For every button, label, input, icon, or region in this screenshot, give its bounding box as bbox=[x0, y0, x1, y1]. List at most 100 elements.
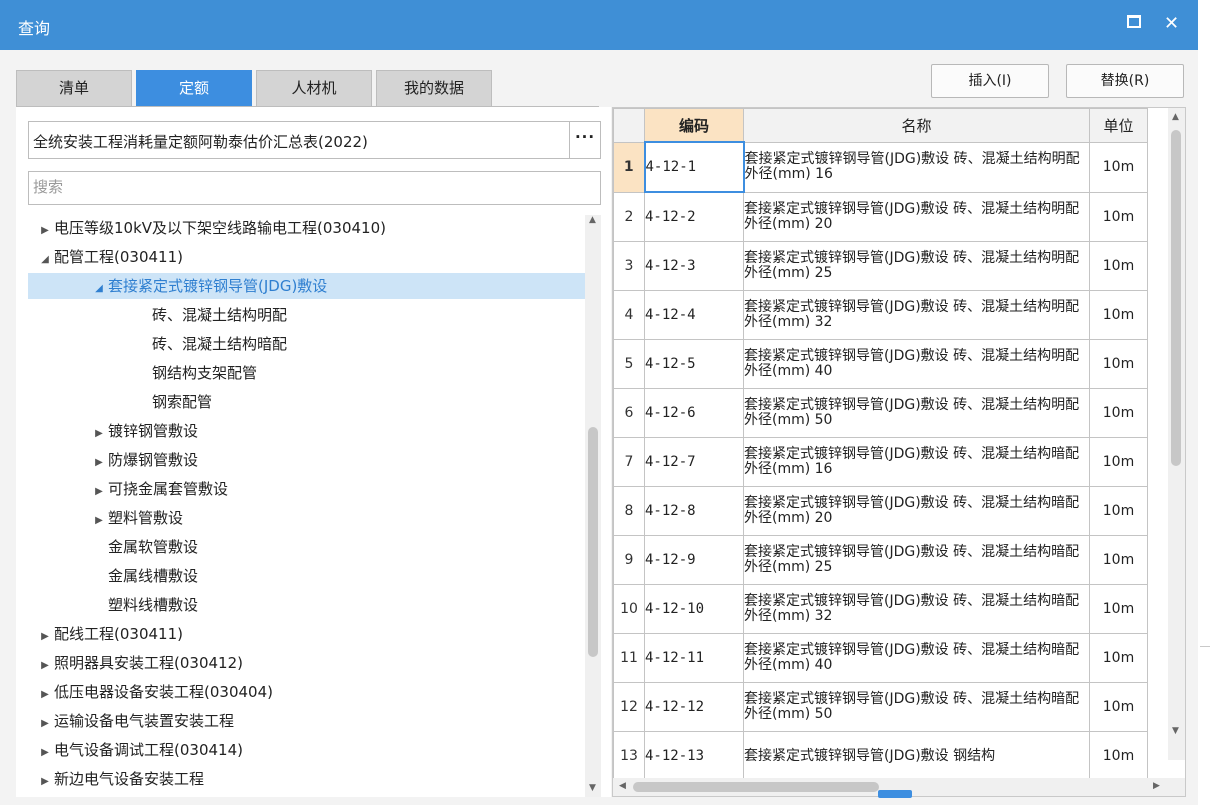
name-cell[interactable]: 套接紧定式镀锌钢导管(JDG)敷设 砖、混凝土结构暗配 外径(mm) 20 bbox=[743, 486, 1090, 536]
name-cell[interactable]: 套接紧定式镀锌钢导管(JDG)敷设 钢结构 bbox=[743, 731, 1090, 781]
tree-scrollbar[interactable]: ▲ ▼ bbox=[585, 215, 601, 797]
grid-horizontal-thumb[interactable] bbox=[633, 782, 879, 792]
code-cell[interactable]: 4-12-11 bbox=[644, 633, 744, 683]
name-cell[interactable]: 套接紧定式镀锌钢导管(JDG)敷设 砖、混凝土结构暗配 外径(mm) 50 bbox=[743, 682, 1090, 732]
expand-arrow-icon[interactable]: ▶ bbox=[36, 682, 54, 708]
tree-node[interactable]: 金属软管敷设 bbox=[28, 534, 585, 560]
collapse-arrow-icon[interactable]: ◢ bbox=[36, 247, 54, 273]
table-row[interactable]: 10 4-12-10 套接紧定式镀锌钢导管(JDG)敷设 砖、混凝土结构暗配 外… bbox=[613, 584, 1148, 634]
close-icon[interactable]: ✕ bbox=[1164, 13, 1179, 35]
name-cell[interactable]: 套接紧定式镀锌钢导管(JDG)敷设 砖、混凝土结构明配 外径(mm) 16 bbox=[743, 141, 1090, 193]
name-cell[interactable]: 套接紧定式镀锌钢导管(JDG)敷设 砖、混凝土结构暗配 外径(mm) 16 bbox=[743, 437, 1090, 487]
tree-node[interactable]: ▶ 照明器具安装工程(030412) bbox=[28, 650, 585, 676]
code-cell[interactable]: 4-12-5 bbox=[644, 339, 744, 389]
tab-labor-material-machine[interactable]: 人材机 bbox=[256, 70, 372, 107]
library-selector[interactable]: 全统安装工程消耗量定额阿勒泰估价汇总表(2022) ··· bbox=[28, 121, 601, 159]
code-cell[interactable]: 4-12-1 bbox=[643, 141, 745, 193]
title-bar[interactable]: 查询 ✕ bbox=[0, 0, 1198, 50]
library-more-button[interactable]: ··· bbox=[569, 122, 600, 158]
tree-node[interactable]: 塑料线槽敷设 bbox=[28, 592, 585, 618]
tab-bill[interactable]: 清单 bbox=[16, 70, 132, 107]
grid-vertical-scrollbar[interactable]: ▲ ▼ bbox=[1168, 108, 1185, 760]
unit-cell[interactable]: 10m bbox=[1089, 241, 1148, 291]
tree-node[interactable]: ▶ 塑料管敷设 bbox=[28, 505, 585, 531]
grid-scrollbar-thumb[interactable] bbox=[1171, 130, 1181, 466]
code-cell[interactable]: 4-12-10 bbox=[644, 584, 744, 634]
tree-node[interactable]: ▶ 电气设备调试工程(030414) bbox=[28, 737, 585, 763]
scroll-down-arrow-icon[interactable]: ▼ bbox=[1172, 726, 1179, 736]
table-row[interactable]: 4 4-12-4 套接紧定式镀锌钢导管(JDG)敷设 砖、混凝土结构明配 外径(… bbox=[613, 290, 1148, 340]
tree-node[interactable]: ▶ 低压电器设备安装工程(030404) bbox=[28, 679, 585, 705]
expand-arrow-icon[interactable]: ▶ bbox=[36, 624, 54, 650]
name-column-header[interactable]: 名称 bbox=[743, 108, 1090, 143]
expand-arrow-icon[interactable]: ▶ bbox=[36, 769, 54, 788]
search-field[interactable] bbox=[28, 171, 601, 205]
tree-node[interactable]: ▶ 配线工程(030411) bbox=[28, 621, 585, 647]
table-row[interactable]: 6 4-12-6 套接紧定式镀锌钢导管(JDG)敷设 砖、混凝土结构明配 外径(… bbox=[613, 388, 1148, 438]
code-cell[interactable]: 4-12-3 bbox=[644, 241, 744, 291]
insert-button[interactable]: 插入(I) bbox=[931, 64, 1049, 98]
search-input[interactable] bbox=[29, 172, 597, 202]
expand-arrow-icon[interactable]: ▶ bbox=[36, 740, 54, 766]
unit-cell[interactable]: 10m bbox=[1089, 437, 1148, 487]
table-row[interactable]: 13 4-12-13 套接紧定式镀锌钢导管(JDG)敷设 钢结构 10m bbox=[613, 731, 1148, 781]
tree-node[interactable]: ▶ 防爆钢管敷设 bbox=[28, 447, 585, 473]
name-cell[interactable]: 套接紧定式镀锌钢导管(JDG)敷设 砖、混凝土结构暗配 外径(mm) 32 bbox=[743, 584, 1090, 634]
name-cell[interactable]: 套接紧定式镀锌钢导管(JDG)敷设 砖、混凝土结构明配 外径(mm) 40 bbox=[743, 339, 1090, 389]
table-row[interactable]: 2 4-12-2 套接紧定式镀锌钢导管(JDG)敷设 砖、混凝土结构明配 外径(… bbox=[613, 191, 1148, 242]
expand-arrow-icon[interactable]: ▶ bbox=[90, 508, 108, 534]
table-row[interactable]: 8 4-12-8 套接紧定式镀锌钢导管(JDG)敷设 砖、混凝土结构暗配 外径(… bbox=[613, 486, 1148, 536]
tree-node[interactable]: ▶ 镀锌钢管敷设 bbox=[28, 418, 585, 444]
table-row[interactable]: 12 4-12-12 套接紧定式镀锌钢导管(JDG)敷设 砖、混凝土结构暗配 外… bbox=[613, 682, 1148, 732]
scroll-left-arrow-icon[interactable]: ◀ bbox=[619, 781, 626, 791]
code-cell[interactable]: 4-12-12 bbox=[644, 682, 744, 732]
expand-arrow-icon[interactable]: ▶ bbox=[36, 653, 54, 679]
unit-cell[interactable]: 10m bbox=[1089, 682, 1148, 732]
code-cell[interactable]: 4-12-9 bbox=[644, 535, 744, 585]
name-cell[interactable]: 套接紧定式镀锌钢导管(JDG)敷设 砖、混凝土结构明配 外径(mm) 25 bbox=[743, 241, 1090, 291]
code-cell[interactable]: 4-12-4 bbox=[644, 290, 744, 340]
code-cell[interactable]: 4-12-2 bbox=[644, 191, 744, 242]
maximize-icon[interactable] bbox=[1127, 12, 1141, 34]
unit-column-header[interactable]: 单位 bbox=[1089, 108, 1148, 143]
code-cell[interactable]: 4-12-13 bbox=[644, 731, 744, 781]
collapse-arrow-icon[interactable]: ◢ bbox=[90, 276, 108, 302]
code-cell[interactable]: 4-12-6 bbox=[644, 388, 744, 438]
replace-button[interactable]: 替换(R) bbox=[1066, 64, 1184, 98]
name-cell[interactable]: 套接紧定式镀锌钢导管(JDG)敷设 砖、混凝土结构明配 外径(mm) 32 bbox=[743, 290, 1090, 340]
collapse-panel-handle[interactable] bbox=[878, 790, 912, 798]
scroll-right-arrow-icon[interactable]: ▶ bbox=[1153, 781, 1160, 791]
tree-node[interactable]: 钢索配管 bbox=[28, 389, 585, 415]
table-row[interactable]: 9 4-12-9 套接紧定式镀锌钢导管(JDG)敷设 砖、混凝土结构暗配 外径(… bbox=[613, 535, 1148, 585]
unit-cell[interactable]: 10m bbox=[1089, 141, 1148, 193]
tree-node[interactable]: 砖、混凝土结构明配 bbox=[28, 302, 585, 328]
tree-node[interactable]: 砖、混凝土结构暗配 bbox=[28, 331, 585, 357]
name-cell[interactable]: 套接紧定式镀锌钢导管(JDG)敷设 砖、混凝土结构暗配 外径(mm) 40 bbox=[743, 633, 1090, 683]
tree-node[interactable]: ▶ 运输设备电气装置安装工程 bbox=[28, 708, 585, 734]
tree-node[interactable]: 钢结构支架配管 bbox=[28, 360, 585, 386]
unit-cell[interactable]: 10m bbox=[1089, 339, 1148, 389]
unit-cell[interactable]: 10m bbox=[1089, 290, 1148, 340]
tree-node[interactable]: ▶ 新边电气设备安装工程 bbox=[28, 766, 585, 788]
table-row[interactable]: 11 4-12-11 套接紧定式镀锌钢导管(JDG)敷设 砖、混凝土结构暗配 外… bbox=[613, 633, 1148, 683]
table-row[interactable]: 1 4-12-1 套接紧定式镀锌钢导管(JDG)敷设 砖、混凝土结构明配 外径(… bbox=[613, 141, 1148, 193]
code-column-header[interactable]: 编码 bbox=[644, 108, 744, 143]
expand-arrow-icon[interactable]: ▶ bbox=[90, 450, 108, 476]
table-row[interactable]: 5 4-12-5 套接紧定式镀锌钢导管(JDG)敷设 砖、混凝土结构明配 外径(… bbox=[613, 339, 1148, 389]
tree-scrollbar-thumb[interactable] bbox=[588, 427, 598, 657]
tab-my-data[interactable]: 我的数据 bbox=[376, 70, 492, 107]
name-cell[interactable]: 套接紧定式镀锌钢导管(JDG)敷设 砖、混凝土结构明配 外径(mm) 50 bbox=[743, 388, 1090, 438]
unit-cell[interactable]: 10m bbox=[1089, 191, 1148, 242]
expand-arrow-icon[interactable]: ▶ bbox=[90, 479, 108, 505]
unit-cell[interactable]: 10m bbox=[1089, 535, 1148, 585]
tree-node[interactable]: ▶ 电压等级10kV及以下架空线路输电工程(030410) bbox=[28, 215, 585, 241]
unit-cell[interactable]: 10m bbox=[1089, 731, 1148, 781]
unit-cell[interactable]: 10m bbox=[1089, 584, 1148, 634]
tab-quota[interactable]: 定额 bbox=[136, 70, 252, 107]
name-cell[interactable]: 套接紧定式镀锌钢导管(JDG)敷设 砖、混凝土结构明配 外径(mm) 20 bbox=[743, 191, 1090, 242]
unit-cell[interactable]: 10m bbox=[1089, 633, 1148, 683]
expand-arrow-icon[interactable]: ▶ bbox=[36, 218, 54, 244]
tree-node[interactable]: 金属线槽敷设 bbox=[28, 563, 585, 589]
table-row[interactable]: 3 4-12-3 套接紧定式镀锌钢导管(JDG)敷设 砖、混凝土结构明配 外径(… bbox=[613, 241, 1148, 291]
scroll-up-arrow-icon[interactable]: ▲ bbox=[1172, 112, 1179, 122]
